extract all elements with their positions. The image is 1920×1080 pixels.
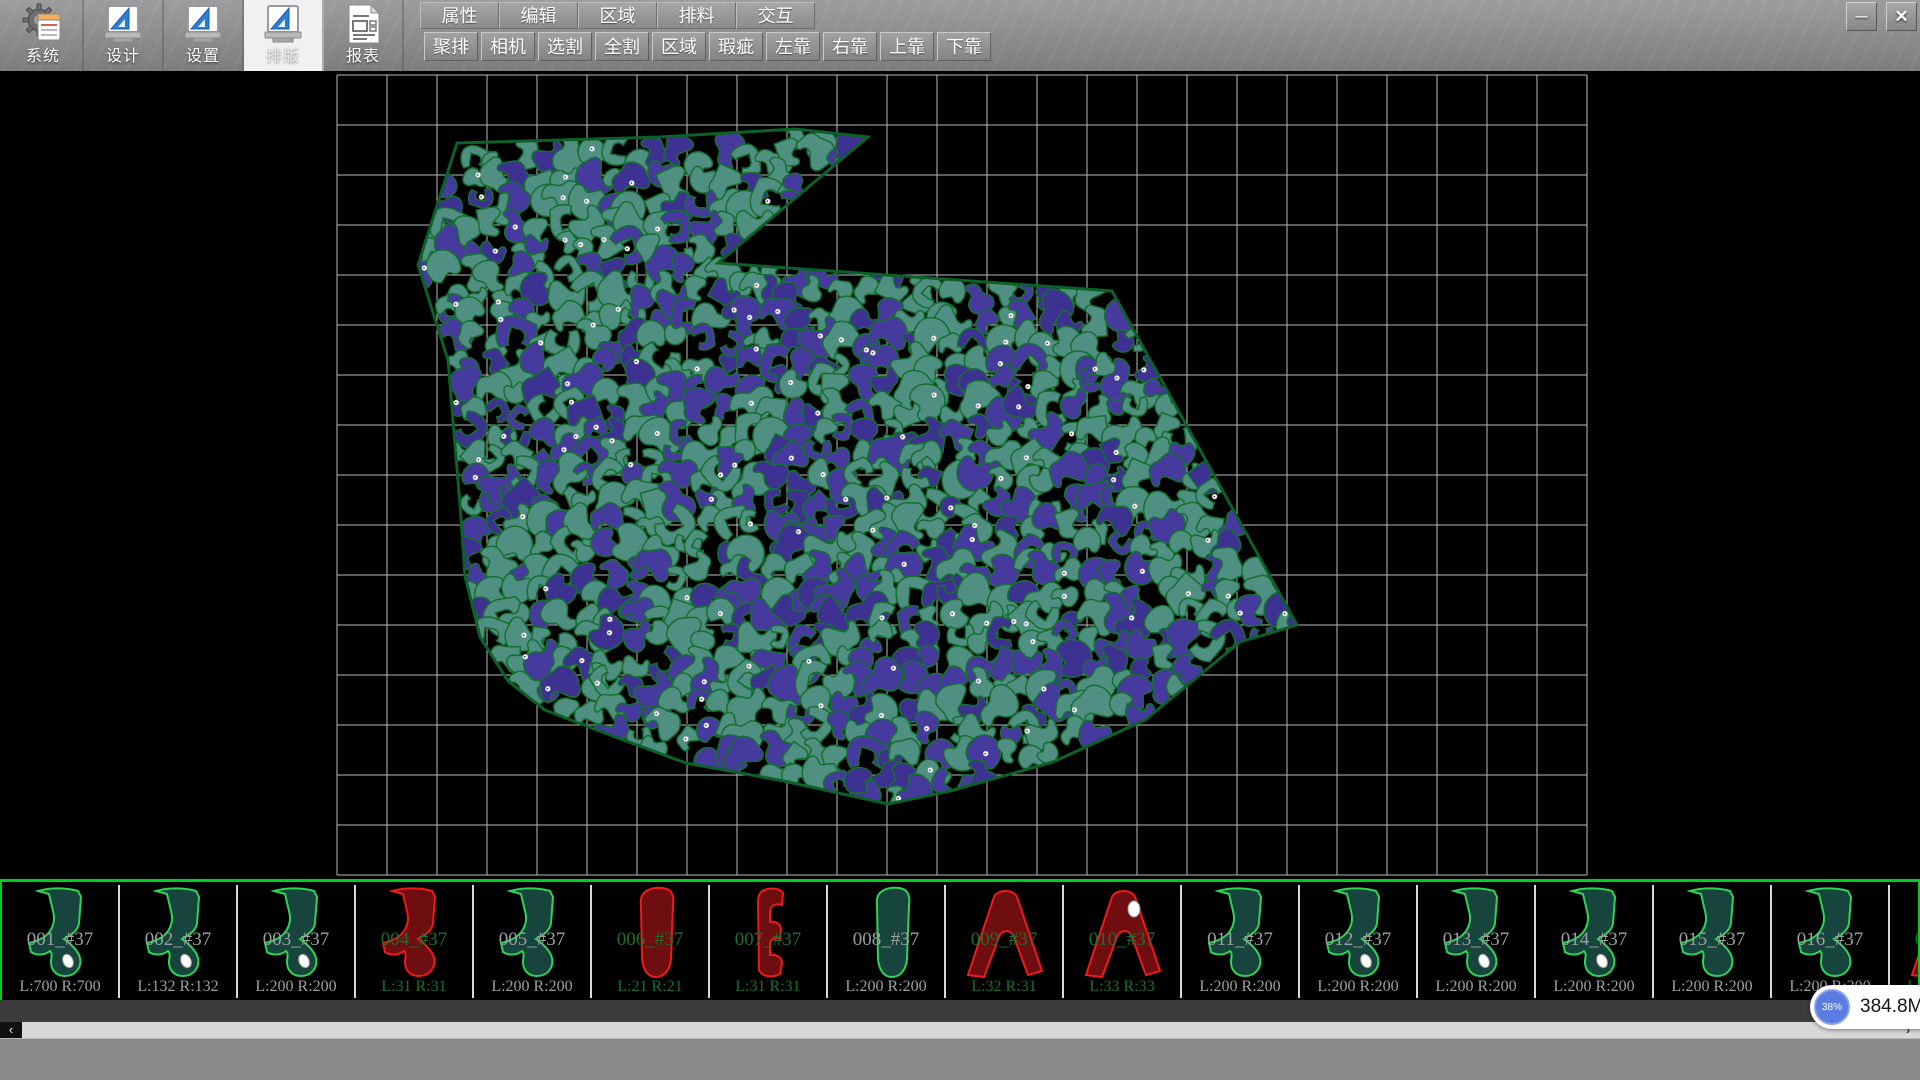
nav-tab-label: 设置 — [186, 46, 220, 68]
nav-tab-label: 系统 — [26, 46, 60, 68]
piece-id-label: 006_#37 — [592, 929, 708, 951]
thumbnail-cell-001_#37[interactable]: 001_#37 L:700 R:700 — [2, 885, 120, 998]
piece-id-label: 005_#37 — [474, 929, 590, 951]
menu-row-1: 属性编辑区域排料交互 — [420, 2, 815, 29]
piece-id-label: 002_#37 — [120, 929, 236, 951]
piece-lr-label: L:200 R:200 — [1182, 978, 1298, 996]
nav-tab-4[interactable]: 排版 — [244, 0, 324, 71]
piece-lr-label: L:31 R:31 — [356, 978, 472, 996]
menu2-button-10[interactable]: 下靠 — [937, 32, 991, 61]
piece-id-label: 015_#37 — [1654, 929, 1770, 951]
menu1-button-2[interactable]: 编辑 — [499, 2, 578, 29]
piece-id-label: 014_#37 — [1536, 929, 1652, 951]
close-button[interactable]: ✕ — [1886, 2, 1917, 31]
menu1-button-3[interactable]: 区域 — [578, 2, 657, 29]
menu2-button-1[interactable]: 聚排 — [424, 32, 478, 61]
piece-lr-label: L:32 R:31 — [946, 978, 1062, 996]
thumbnail-cell-011_#37[interactable]: 011_#37 L:200 R:200 — [1182, 885, 1300, 998]
piece-lr-label: L:132 R:132 — [120, 978, 236, 996]
thumbnail-cell-013_#37[interactable]: 013_#37 L:200 R:200 — [1418, 885, 1536, 998]
menu-row-2: 聚排相机选割全割区域瑕疵左靠右靠上靠下靠 — [424, 32, 991, 61]
menu2-button-8[interactable]: 右靠 — [823, 32, 877, 61]
nav-tab-5[interactable]: 报表 — [324, 0, 404, 71]
menu2-button-6[interactable]: 瑕疵 — [709, 32, 763, 61]
piece-lr-label: L:31 R:31 — [710, 978, 826, 996]
piece-lr-label: L:200 R:200 — [238, 978, 354, 996]
minimize-button[interactable]: ─ — [1846, 2, 1877, 31]
piece-id-label: 010_#37 — [1064, 929, 1180, 951]
thumbnail-cell-005_#37[interactable]: 005_#37 L:200 R:200 — [474, 885, 592, 998]
piece-id-label: 012_#37 — [1300, 929, 1416, 951]
piece-lr-label: L:200 R:200 — [1654, 978, 1770, 996]
piece-lr-label: L:33 R:33 — [1064, 978, 1180, 996]
thumbnail-cell-008_#37[interactable]: 008_#37 L:200 R:200 — [828, 885, 946, 998]
horizontal-scrollbar[interactable]: ‹ › — [0, 1022, 1920, 1038]
piece-id-label: 011_#37 — [1182, 929, 1298, 951]
menu2-button-5[interactable]: 区域 — [652, 32, 706, 61]
nav-tab-label: 报表 — [346, 46, 380, 68]
piece-id-label: 003_#37 — [238, 929, 354, 951]
memory-usage-label: 384.8M — [1860, 996, 1920, 1018]
piece-id-label: 013_#37 — [1418, 929, 1534, 951]
toolbar: 系统 设计 设置 排版 报表 — [0, 0, 1920, 71]
nav-tab-1[interactable]: 系统 — [4, 0, 84, 71]
nesting-icon — [261, 2, 305, 46]
nav-tab-2[interactable]: 设计 — [84, 0, 164, 71]
report-icon — [341, 2, 385, 46]
piece-lr-label: L:200 R:200 — [828, 978, 944, 996]
piece-lr-label: L:200 R:200 — [474, 978, 590, 996]
piece-lr-label: L:200 R:200 — [1300, 978, 1416, 996]
settings-icon — [181, 2, 225, 46]
thumbnail-cell-002_#37[interactable]: 002_#37 L:132 R:132 — [120, 885, 238, 998]
piece-lr-label: L:700 R:700 — [2, 978, 118, 996]
menu2-button-4[interactable]: 全割 — [595, 32, 649, 61]
thumbnail-cell-010_#37[interactable]: 010_#37 L:33 R:33 — [1064, 885, 1182, 998]
status-bar — [0, 1038, 1920, 1080]
usage-percent-badge: 38% — [1814, 989, 1850, 1025]
menu2-button-2[interactable]: 相机 — [481, 32, 535, 61]
thumbnail-cell-003_#37[interactable]: 003_#37 L:200 R:200 — [238, 885, 356, 998]
piece-id-label: 016_#37 — [1772, 929, 1888, 951]
piece-id-label: 004_#37 — [356, 929, 472, 951]
scroll-left-button[interactable]: ‹ — [0, 1022, 22, 1038]
piece-id-label: 001_#37 — [2, 929, 118, 951]
thumbnail-cell-007_#37[interactable]: 007_#37 L:31 R:31 — [710, 885, 828, 998]
thumbnail-cell-014_#37[interactable]: 014_#37 L:200 R:200 — [1536, 885, 1654, 998]
menu1-button-4[interactable]: 排料 — [657, 2, 736, 29]
usage-badge: 38% 384.8M — [1810, 985, 1920, 1029]
nav-tab-label: 设计 — [106, 46, 140, 68]
nesting-canvas[interactable] — [0, 0, 1920, 880]
nested-pieces — [401, 113, 1316, 818]
thumbnail-cell-015_#37[interactable]: 015_#37 L:200 R:200 — [1654, 885, 1772, 998]
gear-icon — [21, 2, 65, 46]
nav-tab-label: 排版 — [266, 46, 300, 68]
main-nav-tabs: 系统 设计 设置 排版 报表 — [4, 0, 404, 71]
menu1-button-5[interactable]: 交互 — [736, 2, 815, 29]
piece-thumbnail-strip: 001_#37 L:700 R:700 002_#37 L:132 R:132 … — [0, 882, 1920, 1000]
thumbnail-cell-016_#37[interactable]: 016_#37 L:200 R:200 — [1772, 885, 1890, 998]
thumbnail-cell-012_#37[interactable]: 012_#37 L:200 R:200 — [1300, 885, 1418, 998]
thumbnail-cell-009_#37[interactable]: 009_#37 L:32 R:31 — [946, 885, 1064, 998]
menu2-button-7[interactable]: 左靠 — [766, 32, 820, 61]
thumbnail-cell-017_#37[interactable]: 017_#37 L:200 R:200 — [1890, 885, 1920, 998]
thumbnail-cell-006_#37[interactable]: 006_#37 L:21 R:21 — [592, 885, 710, 998]
nav-tab-3[interactable]: 设置 — [164, 0, 244, 71]
thumbnail-cell-004_#37[interactable]: 004_#37 L:31 R:31 — [356, 885, 474, 998]
piece-id-label: 017_#37 — [1890, 929, 1920, 951]
piece-id-label: 008_#37 — [828, 929, 944, 951]
piece-lr-label: L:21 R:21 — [592, 978, 708, 996]
strip-bottom-gap — [0, 1000, 1920, 1022]
menu2-button-9[interactable]: 上靠 — [880, 32, 934, 61]
design-icon — [101, 2, 145, 46]
piece-lr-label: L:200 R:200 — [1536, 978, 1652, 996]
menu1-button-1[interactable]: 属性 — [420, 2, 499, 29]
piece-id-label: 009_#37 — [946, 929, 1062, 951]
menu2-button-3[interactable]: 选割 — [538, 32, 592, 61]
piece-id-label: 007_#37 — [710, 929, 826, 951]
piece-lr-label: L:200 R:200 — [1418, 978, 1534, 996]
